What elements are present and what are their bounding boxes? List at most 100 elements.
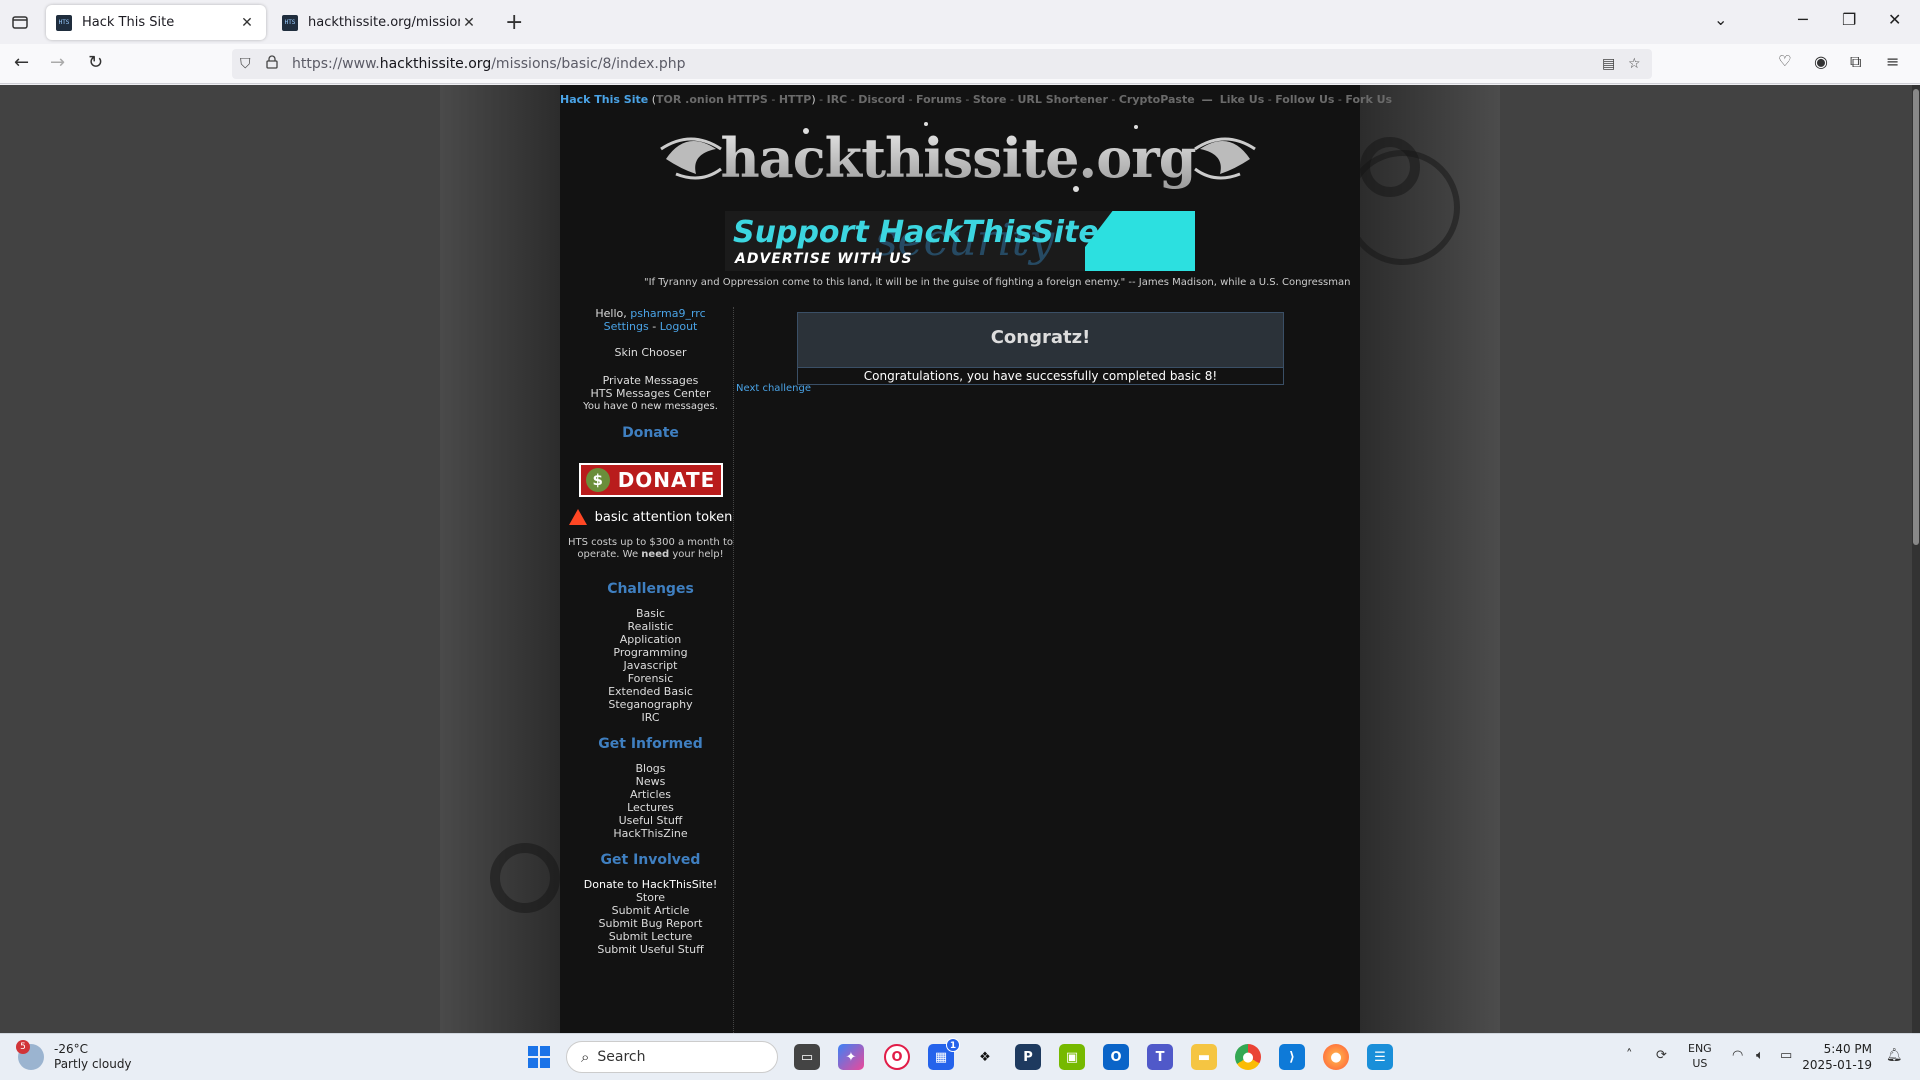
page-scrollbar[interactable] [1912,85,1920,1033]
get-informed-heading: Get Informed [598,736,703,752]
menu-icon[interactable]: ≡ [1886,52,1899,71]
logout-link[interactable]: Logout [660,320,698,333]
sidebar-item-articles[interactable]: Articles [568,788,733,801]
taskbar-search[interactable]: ⌕ Search [566,1041,778,1073]
url-bar[interactable]: ⛉ https://www.hackthissite.org/missions/… [232,49,1652,79]
firefox-icon[interactable]: ● [1323,1044,1349,1070]
weather-widget[interactable]: 5 -26°C Partly cloudy [16,1040,132,1072]
cryptopaste-link[interactable]: CryptoPaste [1119,93,1195,106]
close-window-button[interactable]: ✕ [1888,10,1901,29]
private-messages-link[interactable]: Private Messages [568,374,733,387]
sidebar-item-realistic[interactable]: Realistic [568,620,733,633]
sidebar-item-hackthiszine[interactable]: HackThisZine [568,827,733,840]
task-view-icon[interactable]: ▭ [794,1044,820,1070]
pycharm-icon[interactable]: P [1015,1044,1041,1070]
teams-icon[interactable]: T [1147,1044,1173,1070]
congrats-message: Congratulations, you have successfully c… [797,368,1284,385]
sync-icon[interactable]: ⟳ [1656,1048,1667,1063]
tab-close-icon[interactable]: ✕ [238,15,256,31]
url-text[interactable]: https://www.hackthissite.org/missions/ba… [292,56,685,72]
outlook-icon[interactable]: O [1103,1044,1129,1070]
battery-icon[interactable]: ▭ [1780,1048,1792,1063]
sidebar-item-basic[interactable]: Basic [568,607,733,620]
discord-link[interactable]: Discord [858,93,905,106]
donate-button[interactable]: $ DONATE [578,463,723,497]
bat-link[interactable]: basic attention token [568,509,733,525]
new-tab-button[interactable]: + [505,10,523,35]
settings-link[interactable]: Settings [604,320,649,333]
fork-us-link[interactable]: Fork Us [1345,93,1392,106]
tor-link[interactable]: TOR .onion [656,93,724,106]
sidebar-item-blogs[interactable]: Blogs [568,762,733,775]
system-clock[interactable]: 5:40 PM 2025-01-19 [1800,1041,1872,1073]
quote-text: "If Tyranny and Oppression come to this … [644,277,1351,288]
tab-close-icon[interactable]: ✕ [460,15,478,31]
ms-store-icon[interactable]: ▦ 1 [928,1038,960,1070]
sidebar-item-submit-useful-stuff[interactable]: Submit Useful Stuff [568,943,733,956]
sidebar-item-extended-basic[interactable]: Extended Basic [568,685,733,698]
irc-link[interactable]: IRC [827,93,848,106]
file-explorer-icon[interactable]: ▬ [1191,1044,1217,1070]
sidebar-item-irc[interactable]: IRC [568,711,733,724]
forums-link[interactable]: Forums [916,93,962,106]
sidebar-item-application[interactable]: Application [568,633,733,646]
sidebar-item-useful-stuff[interactable]: Useful Stuff [568,814,733,827]
sidebar-item-lectures[interactable]: Lectures [568,801,733,814]
sidebar-item-news[interactable]: News [568,775,733,788]
sidebar-item-javascript[interactable]: Javascript [568,659,733,672]
tab-hack-this-site[interactable]: HTS Hack This Site ✕ [46,5,266,40]
tray-overflow-icon[interactable]: ˄ [1626,1048,1633,1063]
next-challenge-link[interactable]: Next challenge [736,383,811,394]
url-shortener-link[interactable]: URL Shortener [1017,93,1107,106]
hackthissite-logo[interactable]: hackthissite.org [656,109,1260,204]
opera-icon[interactable]: O [884,1044,910,1070]
notepad-icon[interactable]: ☰ [1367,1044,1393,1070]
minimize-button[interactable]: ─ [1798,10,1808,29]
follow-us-link[interactable]: Follow Us [1275,93,1334,106]
reader-view-icon[interactable]: ▤ [1602,56,1615,72]
forward-button[interactable]: → [50,52,65,73]
banner-cyan-shape [1085,211,1195,271]
sidebar-item-donate-to-hts[interactable]: Donate to HackThisSite! [568,878,733,891]
like-us-link[interactable]: Like Us [1220,93,1265,106]
sidebar-item-forensic[interactable]: Forensic [568,672,733,685]
dropbox-icon[interactable]: ❖ [972,1044,998,1070]
tab-list-icon[interactable] [10,12,30,32]
sidebar-item-store[interactable]: Store [568,891,733,904]
sidebar-item-programming[interactable]: Programming [568,646,733,659]
lock-icon[interactable] [266,55,278,73]
vscode-icon[interactable]: ⟩ [1279,1044,1305,1070]
nvidia-icon[interactable]: ▣ [1059,1044,1085,1070]
store-link[interactable]: Store [973,93,1007,106]
notification-bell-icon[interactable]: 🔔︎ [1886,1048,1903,1063]
bookmark-star-icon[interactable]: ☆ [1628,56,1641,72]
start-button[interactable] [528,1046,550,1068]
volume-icon[interactable]: 🔈︎ [1756,1048,1764,1063]
http-link[interactable]: HTTP [779,93,812,106]
username-link[interactable]: psharma9_rrc [630,307,705,320]
messages-center-link[interactable]: HTS Messages Center [568,387,733,400]
account-icon[interactable]: ◉ [1814,52,1828,71]
chrome-icon[interactable]: ● [1235,1044,1261,1070]
pocket-icon[interactable]: ♡ [1778,52,1791,70]
sidebar-item-submit-lecture[interactable]: Submit Lecture [568,930,733,943]
site-home-link[interactable]: Hack This Site [560,93,648,106]
tab-missions-basic[interactable]: HTS hackthissite.org/missions/basic ✕ [272,5,488,40]
back-button[interactable]: ← [14,52,29,73]
tab-overflow-icon[interactable]: ⌄ [1714,10,1727,29]
https-link[interactable]: HTTPS [727,93,767,106]
extensions-icon[interactable]: ⧉ [1850,52,1861,72]
support-hts-banner[interactable]: security Support HackThisSite ADVERTISE … [725,211,1195,271]
sidebar-item-submit-bug-report[interactable]: Submit Bug Report [568,917,733,930]
region-code: US [1692,1057,1708,1070]
language-indicator[interactable]: ENG US [1688,1041,1712,1071]
reload-button[interactable]: ↻ [88,52,103,73]
copilot-icon[interactable]: ✦ [838,1044,864,1070]
wifi-icon[interactable]: ◠ [1732,1048,1743,1063]
sidebar-item-steganography[interactable]: Steganography [568,698,733,711]
shield-icon[interactable]: ⛉ [240,56,251,72]
skin-chooser-link[interactable]: Skin Chooser [568,346,733,359]
restore-button[interactable]: ❐ [1842,10,1856,29]
sidebar-item-submit-article[interactable]: Submit Article [568,904,733,917]
scrollbar-thumb[interactable] [1913,89,1919,545]
